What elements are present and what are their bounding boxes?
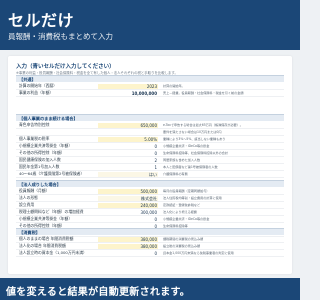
value-input (98, 130, 158, 135)
row-label: 国民年金第1号加入人数 (19, 164, 60, 169)
row-note: 法人化により増える経費 (163, 210, 197, 214)
row-note: 課税期間の消費税の見込み額 (163, 237, 204, 241)
value-input[interactable]: 380,000 (98, 236, 158, 242)
row-note: 小規模企業共済・iDeCo等の掛金 (163, 217, 210, 221)
input-row: 40〜64歳（介護保険第2号被保険者） はい 介護保険料の有無 (16, 171, 284, 178)
value-input[interactable]: 0 (98, 151, 158, 156)
row-note: 法人住民税均等割・設立費用の計算に使用 (163, 196, 222, 200)
input-row: 役員報酬（月額） 500,000 毎月の役員報酬（定期同額給与） (16, 188, 284, 195)
value-input[interactable]: 650,000 (98, 122, 158, 128)
section-header: 【共通】 (16, 75, 284, 82)
value-select[interactable]: 株式会社 (98, 195, 158, 201)
row-label: 青色申告特別控除 (19, 122, 50, 127)
value-input[interactable]: 500,000 (98, 188, 158, 194)
value-input[interactable]: 300,000 (98, 210, 158, 215)
input-row: 法人化の場合 年間消費税額 380,000 設立後の消費税の見込み額 (16, 243, 284, 250)
value-input[interactable]: 10,000,000 (98, 91, 158, 96)
footer-message: 値を変えると結果が自動更新されます。 (6, 287, 191, 298)
row-note: 生命保険料控除等、社会保険料控除以外の合計 (163, 151, 228, 155)
row-note: e-Taxで申告する場合は最大65万円（帳簿保存が必要）。 (163, 123, 243, 127)
row-label: 40〜64歳（介護保険第2号被保険者） (19, 171, 85, 176)
row-label: 個人事業税の税率 (19, 136, 50, 141)
row-note: 要件を満たさない場合は10万円または0円 (163, 130, 222, 134)
input-row: 国民健康保険の加入人数 2 同居家族も含めた加入人数 (16, 157, 284, 164)
input-row: 法人設立時の資本金（1,000万円未満） 0 資本金1,000万円未満なら免税事業者… (16, 250, 284, 257)
input-row: 計算の開始年（西暦） 2023 計算の開始年。 (16, 83, 284, 90)
row-label: 計算の開始年（西暦） (19, 83, 57, 88)
input-row: 青色申告特別控除 650,000 e-Taxで申告する場合は最大65万円（帳簿保存が… (16, 122, 284, 129)
row-label: 個人のままの場合 年間消費税額 (19, 236, 74, 241)
page-subtitle: 員報酬・消費税もまとめて入力 (8, 32, 113, 41)
value-input[interactable]: 0 (98, 217, 158, 222)
input-row: 事業の利益（年額） 10,000,000 売上－経費。役員報酬・社会保険料・税金を引… (16, 90, 284, 97)
input-row: 個人のままの場合 年間消費税額 380,000 課税期間の消費税の見込み額 (16, 236, 284, 243)
row-note: 売上－経費。役員報酬・社会保険料・税金を引く前の金額 (163, 91, 244, 95)
row-note: 設立後の消費税の見込み額 (163, 244, 201, 248)
input-row: 法人の形態 株式会社 法人住民税均等割・設立費用の計算に使用 (16, 195, 284, 202)
input-row: 小規模企業共済等掛金（年額） 0 小規模企業共済・iDeCo等の掛金 (16, 216, 284, 223)
input-row: 小規模企業共済等掛金（年額） 0 小規模企業共済・iDeCo等の掛金 (16, 143, 284, 150)
row-label: 法人化の場合 年間消費税額 (19, 243, 66, 248)
row-note: 計算の開始年。 (163, 84, 185, 88)
input-row: 国民年金第1号加入人数 1 本人と配偶者など第1号被保険者の人数 (16, 164, 284, 171)
panel-heading: 入力（青いセルだけ入力してください） (16, 64, 115, 70)
row-note: 毎月の役員報酬（定期同額給与） (163, 189, 210, 193)
row-label: 事業の利益（年額） (19, 90, 54, 95)
value-input[interactable]: 2023 (98, 83, 158, 89)
row-label: 法人設立時の資本金（1,000万円未満） (19, 250, 87, 255)
input-panel: 入力（青いセルだけ入力してください） ※事業の利益・役員報酬・社会保険料・税金を… (8, 56, 292, 274)
row-label: 設立費用 (19, 202, 35, 207)
row-note: 本人と配偶者など第1号被保険者の人数 (163, 165, 218, 169)
input-row: 個人事業税の税率 5.00% 業種により3%〜5%、該当しない業種もあり (16, 136, 284, 143)
row-note: 資本金1,000万円未満なら免税事業者の判定に使用 (163, 251, 234, 255)
value-input[interactable]: 0 (98, 251, 158, 256)
row-label: 役員報酬（月額） (19, 188, 50, 193)
input-row: その他の所得控除（年額） 0 生命保険料控除等、社会保険料控除以外の合計 (16, 150, 284, 157)
title-banner: セルだけ 員報酬・消費税もまとめて入力 (0, 0, 300, 50)
value-input[interactable]: 240,000 (98, 202, 158, 208)
row-label: その他の所得控除（年額） (19, 150, 65, 155)
row-note: 介護保険料の有無 (163, 172, 188, 176)
row-label: 法人の形態 (19, 195, 38, 200)
section-header: 【消費税】 (16, 228, 284, 235)
row-label: 小規模企業共済等掛金（年額） (19, 216, 73, 221)
footer-banner: 値を変えると結果が自動更新されます。 (0, 278, 300, 300)
row-note: 小規模企業共済・iDeCo等の掛金 (163, 144, 210, 148)
section-header: 【法人成りした場合】 (16, 180, 284, 187)
value-input[interactable]: 0 (98, 144, 158, 149)
input-row: 税理士顧問料など（年額）の増加経費 300,000 法人化により増える経費 (16, 209, 284, 216)
row-label: 国民健康保険の加入人数 (19, 157, 61, 162)
page-title: セルだけ (8, 11, 75, 30)
value-select[interactable]: はい (98, 171, 158, 177)
input-row: 設立費用 240,000 定款認証・登録免許税など (16, 202, 284, 209)
row-note: 同居家族も含めた加入人数 (163, 158, 201, 162)
section-header: 【個人事業のまま続ける場合】 (16, 114, 284, 121)
row-label: 税理士顧問料など（年額）の増加経費 (19, 209, 84, 214)
value-input[interactable]: 5.00% (98, 136, 158, 142)
row-label: 小規模企業共済等掛金（年額） (19, 143, 73, 148)
value-input[interactable]: 1 (98, 165, 158, 170)
value-input[interactable]: 2 (98, 158, 158, 163)
row-note: 定款認証・登録免許税など (163, 203, 201, 207)
input-row: 要件を満たさない場合は10万円または0円 (16, 129, 284, 136)
row-note: 業種により3%〜5%、該当しない業種もあり (163, 137, 226, 141)
value-input[interactable]: 380,000 (98, 243, 158, 249)
